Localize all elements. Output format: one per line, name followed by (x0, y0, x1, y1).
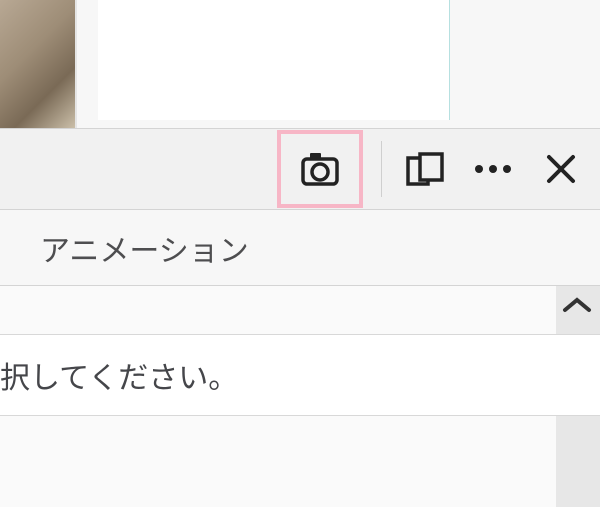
preview-area (0, 0, 600, 128)
message-row: 択してください。 (0, 334, 600, 416)
screenshot-button[interactable] (295, 144, 345, 194)
hint-message: 択してください。 (0, 353, 238, 397)
devtools-toolbar (0, 128, 600, 210)
screenshot-highlight (277, 130, 363, 208)
more-button[interactable] (468, 144, 518, 194)
toolbar-divider (381, 141, 382, 197)
chevron-up-icon[interactable] (560, 288, 594, 322)
canvas (98, 0, 450, 120)
close-button[interactable] (536, 144, 586, 194)
tab-bar: アニメーション (0, 210, 600, 286)
dock-side-button[interactable] (400, 144, 450, 194)
tab-animations[interactable]: アニメーション (40, 226, 249, 270)
thumbnail-image (0, 0, 75, 128)
